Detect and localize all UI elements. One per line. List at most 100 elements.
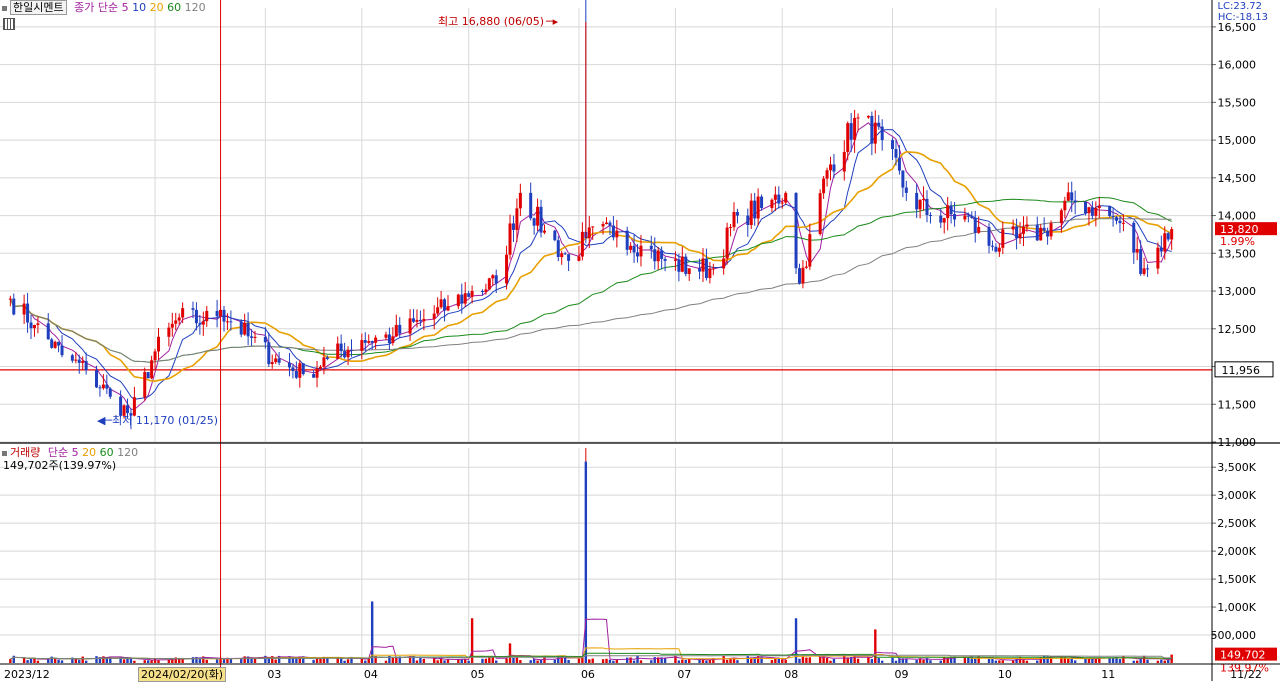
candle-body — [804, 266, 808, 268]
volume-bar — [929, 660, 932, 663]
y-tick-label: 2,500K — [1217, 517, 1256, 530]
volume-bar — [1136, 660, 1139, 663]
volume-bar — [905, 658, 908, 663]
volume-bar — [33, 658, 36, 663]
candle-body — [563, 253, 567, 255]
volume-bar — [987, 658, 991, 663]
volume-bar — [364, 660, 367, 663]
menu-square-icon[interactable] — [2, 450, 7, 456]
volume-bar — [939, 660, 942, 663]
vma-5-label: 5 — [71, 446, 79, 459]
volume-bar — [1111, 658, 1115, 663]
volume-bar — [53, 658, 57, 663]
volume-bar — [253, 658, 257, 663]
candle-body — [866, 115, 870, 118]
change-tag: 1.99% — [1220, 235, 1255, 248]
stock-chart[interactable]: 16,50016,00015,50015,00014,50014,00013,5… — [0, 0, 1280, 681]
candle-body — [1121, 222, 1125, 224]
volume-label: 거래량 — [10, 446, 41, 459]
candle-body — [894, 149, 898, 158]
candle-body — [725, 227, 729, 259]
candle-body — [274, 358, 278, 363]
ma-10-label: 10 — [132, 1, 147, 14]
volume-bar — [781, 659, 784, 663]
candle-body — [191, 308, 195, 310]
candle-body — [701, 258, 705, 272]
volume-bar — [515, 657, 519, 663]
volume-bar — [639, 660, 643, 663]
candle-body — [891, 140, 895, 150]
volume-bar — [784, 660, 787, 663]
volume-bar — [205, 659, 208, 663]
volume-bar — [9, 659, 12, 663]
candle-body — [756, 196, 760, 219]
candle-body — [98, 387, 102, 389]
x-tick-label: 2023/12 — [4, 668, 50, 681]
volume-bar — [1132, 660, 1135, 663]
candle-body — [580, 231, 584, 257]
candle-body — [1084, 202, 1088, 214]
grid-icon[interactable] — [3, 18, 15, 30]
candle-body — [84, 360, 88, 371]
volume-bar — [705, 660, 708, 663]
candle-body — [842, 151, 846, 172]
volume-bar — [157, 660, 160, 663]
candle-body — [587, 227, 591, 239]
candle-body — [205, 310, 209, 322]
x-tick-label: 08 — [784, 668, 798, 681]
candle-body — [146, 372, 150, 379]
candle-body — [511, 223, 515, 230]
candle-body — [70, 355, 74, 361]
candle-body — [277, 358, 281, 363]
candle-body — [1094, 208, 1098, 216]
candle-body — [22, 303, 26, 315]
volume-bar — [832, 659, 836, 663]
candle-body — [542, 230, 546, 233]
candle-body — [463, 293, 467, 304]
volume-bar — [915, 659, 918, 663]
candle-body — [243, 322, 247, 335]
candle-body — [997, 247, 1001, 252]
candle-body — [687, 268, 691, 274]
candle-body — [870, 115, 874, 144]
candle-body — [222, 309, 226, 322]
candle-body — [1146, 268, 1150, 270]
candle-body — [760, 196, 764, 209]
vma-20-label: 20 — [82, 446, 97, 459]
candle-body — [711, 268, 715, 270]
volume-bar — [1073, 660, 1077, 663]
candle-body — [250, 336, 254, 338]
volume-bar — [50, 656, 53, 663]
candle-body — [577, 256, 581, 261]
candle-body — [384, 334, 388, 338]
candle-body — [877, 122, 881, 127]
volume-tag: 149,702 — [1220, 649, 1266, 662]
candle-body — [636, 252, 640, 257]
x-tick-label: 10 — [998, 668, 1012, 681]
volume-bar — [150, 660, 153, 663]
candle-body — [467, 293, 471, 297]
volume-bar — [825, 658, 829, 663]
y-tick-label: 500,000 — [1211, 629, 1257, 642]
candle-body — [408, 318, 412, 334]
vma-60-label: 60 — [99, 446, 114, 459]
menu-square-icon[interactable] — [2, 5, 7, 11]
candle-body — [656, 250, 660, 262]
stock-name[interactable]: 한일시멘트 — [10, 0, 67, 15]
candle-body — [925, 198, 929, 216]
candle-body — [480, 291, 484, 293]
candle-body — [181, 308, 185, 318]
candle-body — [370, 341, 374, 343]
ma-120-label: 120 — [184, 1, 206, 14]
candle-body — [1018, 233, 1022, 239]
candle-body — [1108, 205, 1112, 217]
candle-body — [167, 327, 171, 337]
candle-body — [50, 339, 54, 348]
candle-body — [780, 202, 784, 204]
volume-bar — [95, 656, 98, 663]
candle-body — [928, 215, 932, 217]
candle-body — [601, 224, 605, 227]
candle-body — [625, 230, 629, 250]
volume-bar — [84, 660, 88, 663]
candle-body — [708, 268, 712, 278]
